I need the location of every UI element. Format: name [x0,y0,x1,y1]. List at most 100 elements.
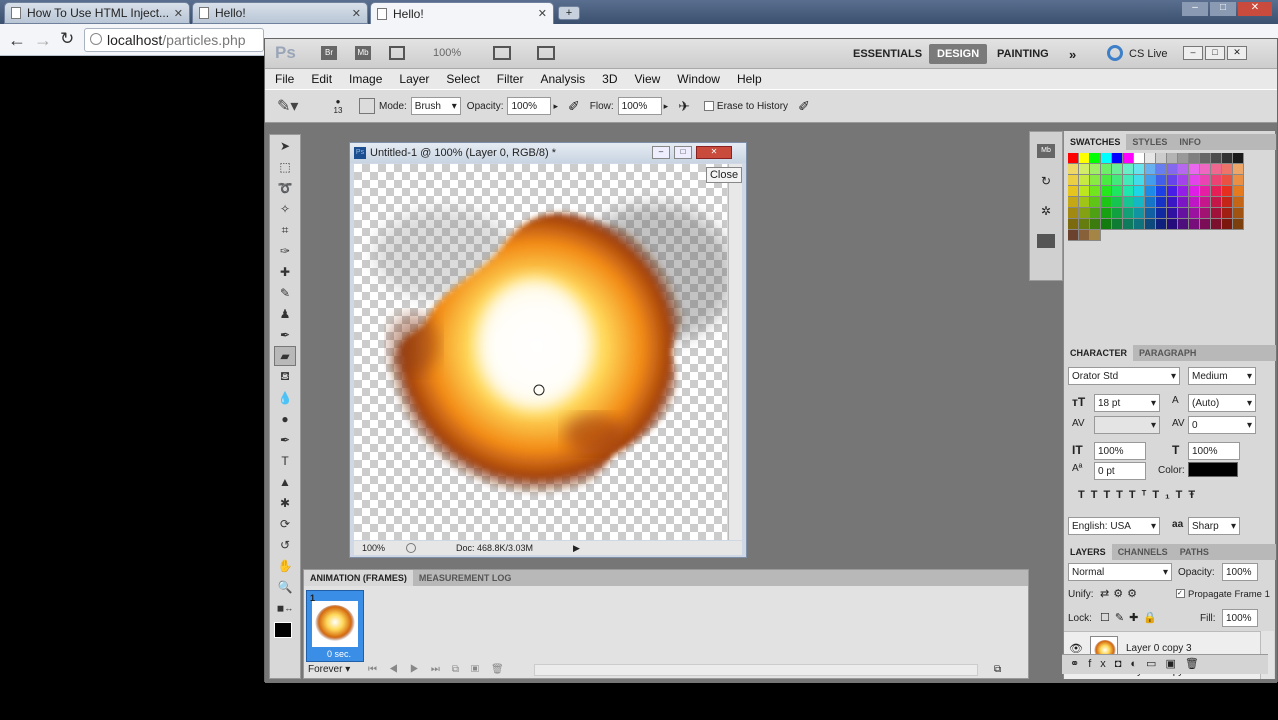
history-panel-icon[interactable]: ↻ [1037,174,1055,188]
color-swatch[interactable] [1079,153,1090,164]
pressure-size-icon[interactable]: ✐ [798,98,810,115]
tab-swatches[interactable]: SWATCHES [1064,134,1127,150]
color-swatch[interactable] [1145,175,1156,186]
color-swatch[interactable] [1134,219,1145,230]
color-swatch[interactable] [1200,197,1211,208]
color-swatch[interactable] [1101,175,1112,186]
color-swatch[interactable] [1156,230,1167,241]
hand-tool-icon[interactable]: ✋ [274,556,296,576]
clone-stamp-tool-icon[interactable]: ♟ [274,304,296,324]
color-swatch[interactable] [1101,153,1112,164]
color-swatch[interactable] [1167,230,1178,241]
color-swatch[interactable] [1189,186,1200,197]
flow-slider-icon[interactable]: ▸ [664,101,669,112]
close-icon[interactable]: ✕ [352,7,361,20]
mini-bridge-panel-icon[interactable]: Mb [1037,144,1055,158]
color-swatch[interactable] [1178,230,1189,241]
color-swatch[interactable] [1178,219,1189,230]
3d-orbit-tool-icon[interactable]: ↺ [274,535,296,555]
healing-tool-icon[interactable]: ✚ [274,262,296,282]
color-swatch[interactable] [1079,219,1090,230]
color-swatch[interactable] [1167,197,1178,208]
color-swatch[interactable] [1145,153,1156,164]
mode-select[interactable]: Brush ▾ [410,97,461,115]
swatch-grid[interactable] [1068,153,1258,241]
color-swatch[interactable] [1222,219,1233,230]
color-swatch[interactable] [1134,175,1145,186]
color-swatch[interactable] [1090,197,1101,208]
tab-channels[interactable]: CHANNELS [1112,547,1174,557]
color-swatch[interactable] [1189,197,1200,208]
marquee-tool-icon[interactable]: ⬚ [274,157,296,177]
menu-image[interactable]: Image [349,72,382,86]
color-swatch[interactable] [1178,197,1189,208]
histogram-panel-icon[interactable] [1037,234,1055,248]
close-icon[interactable]: ✕ [696,146,732,159]
color-swatch[interactable] [1145,208,1156,219]
maximize-icon[interactable]: □ [674,146,692,159]
type-tool-icon[interactable]: T [274,451,296,471]
color-swatch[interactable] [1134,197,1145,208]
tab-styles[interactable]: STYLES [1126,137,1173,147]
crop-tool-icon[interactable]: ⌗ [274,220,296,240]
color-swatch[interactable] [1134,186,1145,197]
lock-icons[interactable]: ☐✎✚🔒 [1100,611,1162,624]
vertical-scrollbar[interactable] [728,164,742,540]
color-swatch[interactable] [1112,230,1123,241]
menu-window[interactable]: Window [677,72,720,86]
color-swatch[interactable] [1101,197,1112,208]
zoom-level[interactable]: 100% [433,47,461,59]
color-swatch[interactable] [1145,230,1156,241]
color-swatch[interactable] [1079,197,1090,208]
color-swatch[interactable] [1189,164,1200,175]
path-select-tool-icon[interactable]: ▲ [274,472,296,492]
color-swatch[interactable] [1090,208,1101,219]
font-size-field[interactable]: 18 pt ▾ [1094,394,1160,412]
flow-field[interactable]: 100% [617,97,662,115]
erase-to-history-checkbox[interactable] [703,101,714,111]
color-swatch[interactable] [1200,219,1211,230]
animation-scrollbar[interactable] [534,664,978,676]
color-swatch[interactable] [1156,186,1167,197]
mini-bridge-icon[interactable]: Mb [355,46,371,60]
color-swatch[interactable] [1068,230,1079,241]
color-swatch[interactable] [1178,186,1189,197]
color-swatch[interactable] [1222,230,1233,241]
color-swatch[interactable] [1222,164,1233,175]
color-swatch[interactable] [1156,153,1167,164]
tab-info[interactable]: INFO [1173,137,1207,147]
color-swatch[interactable] [1079,164,1090,175]
menu-edit[interactable]: Edit [311,72,332,86]
color-swatch[interactable] [1112,164,1123,175]
color-swatch[interactable] [1233,186,1244,197]
color-swatch[interactable] [1189,230,1200,241]
color-swatch[interactable] [1101,219,1112,230]
workspace-painting[interactable]: PAINTING [989,44,1057,64]
color-swatch[interactable] [1178,175,1189,186]
color-swatch[interactable] [1145,164,1156,175]
forward-icon[interactable]: → [34,30,52,51]
color-swatch[interactable] [1145,219,1156,230]
color-swatch[interactable] [1123,230,1134,241]
new-tab-button[interactable]: + [558,6,580,20]
color-swatch[interactable] [1123,197,1134,208]
workspace-essentials[interactable]: ESSENTIALS [845,44,930,64]
tab-layers[interactable]: LAYERS [1064,544,1112,560]
color-swatch[interactable] [1112,197,1123,208]
color-swatch[interactable] [1112,219,1123,230]
language-select[interactable]: English: USA ▾ [1068,517,1160,535]
document-canvas[interactable] [354,164,727,540]
menu-analysis[interactable]: Analysis [540,72,585,86]
color-swatch[interactable] [1068,208,1079,219]
pressure-opacity-icon[interactable]: ✐ [568,98,580,115]
workspace-design[interactable]: DESIGN [929,44,988,64]
arrange-documents-icon[interactable] [493,46,511,60]
color-swatch[interactable] [1156,219,1167,230]
color-swatch[interactable] [1222,175,1233,186]
navigator-panel-icon[interactable]: ✲ [1037,204,1055,218]
brush-tool-icon[interactable]: ✎ [274,283,296,303]
color-swatch[interactable] [1123,164,1134,175]
color-swatch[interactable] [1167,164,1178,175]
color-swatch[interactable] [1222,197,1233,208]
menu-view[interactable]: View [634,72,660,86]
